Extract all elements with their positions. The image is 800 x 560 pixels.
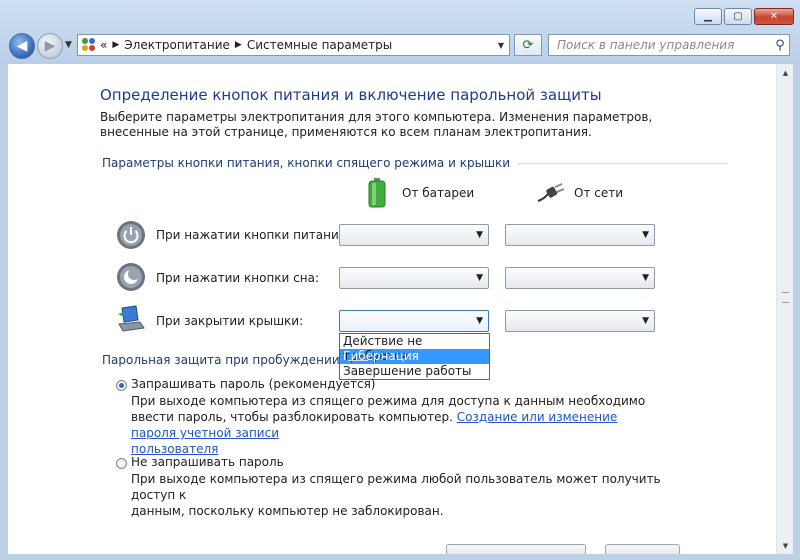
group-divider [347,359,368,361]
forward-button[interactable]: ▶ [37,33,63,59]
scroll-down-icon[interactable]: ▼ [777,537,794,554]
breadcrumb-item-power[interactable]: Электропитание [124,38,230,52]
group-label: Парольная защита при пробуждении [102,353,340,367]
scroll-thumb[interactable] [782,292,789,303]
radio-selected-dot [119,383,124,388]
require-password-label[interactable]: Запрашивать пароль (рекомендуется) [131,377,375,391]
lid-close-battery-select[interactable]: ▼ [339,310,489,332]
chevron-down-icon: ▼ [476,273,483,283]
no-password-label[interactable]: Не запрашивать пароль [131,455,284,469]
battery-icon [368,178,386,208]
lid-close-ac-select[interactable]: ▼ [505,310,655,332]
power-buttons-group-header: Параметры кнопки питания, кнопки спящего… [102,156,729,170]
refresh-icon: ⟳ [522,37,534,53]
power-button-icon [117,221,145,249]
power-plug-icon [537,183,565,202]
ac-column-label: От сети [574,186,624,200]
window-controls: ▁ ▢ ✕ [694,8,794,25]
maximize-button[interactable]: ▢ [724,8,752,25]
laptop-lid-icon [118,305,145,332]
window-title-bar: ▁ ▢ ✕ ◀ ▶ ▼ « ▶ Электропитание ▶ Системн… [0,0,800,64]
minimize-icon: ▁ [704,11,712,22]
refresh-button[interactable]: ⟳ [514,34,542,56]
chevron-down-icon: ▼ [642,316,649,326]
require-password-radio[interactable] [116,380,127,391]
window-frame-right [793,64,800,560]
breadcrumb-separator-icon[interactable]: ▶ [235,40,242,50]
ac-column-header: От сети [536,183,623,203]
window-frame-left [0,64,8,560]
window-frame-bottom [0,554,800,560]
sleep-button-label: При нажатии кнопки сна: [156,271,320,285]
breadcrumb-overflow[interactable]: « [100,38,107,52]
scroll-up-icon[interactable]: ▲ [777,64,794,81]
chevron-down-icon: ▼ [642,230,649,240]
chevron-down-icon: ▼ [476,316,483,326]
page-description: Выберите параметры электропитания для эт… [100,110,653,139]
power-button-ac-select[interactable]: ▼ [505,224,655,246]
no-password-text-line1: При выходе компьютера из спящего режима … [131,472,661,502]
chevron-down-icon: ▼ [642,273,649,283]
breadcrumb-separator-icon[interactable]: ▶ [112,40,119,50]
power-button-label: При нажатии кнопки питания: [156,228,351,242]
close-icon: ✕ [769,11,779,22]
arrow-right-icon: ▶ [44,38,56,54]
breadcrumb-item-system-settings[interactable]: Системные параметры [247,38,392,52]
group-divider [518,162,729,164]
maximize-icon: ▢ [733,11,743,22]
vertical-scrollbar[interactable]: ▲ ▼ [776,64,794,554]
search-input[interactable]: Поиск в панели управления [549,38,771,52]
create-password-link-continued[interactable]: пользователя [131,442,218,456]
battery-column-label: От батареи [402,186,475,200]
sleep-button-ac-select[interactable]: ▼ [505,267,655,289]
search-box[interactable]: Поиск в панели управления ⚲ [548,34,790,56]
lid-close-label: При закрытии крышки: [156,314,304,328]
back-button[interactable]: ◀ [9,33,35,59]
sleep-moon-icon [117,263,145,291]
control-panel-icon [82,38,96,52]
password-group-header: Парольная защита при пробуждении [102,353,368,367]
sleep-button-battery-select[interactable]: ▼ [339,267,489,289]
minimize-button[interactable]: ▁ [694,8,722,25]
page-title: Определение кнопок питания и включение п… [100,86,602,104]
close-button[interactable]: ✕ [754,8,794,25]
no-password-radio[interactable] [116,458,127,469]
power-button-battery-select[interactable]: ▼ [339,224,489,246]
battery-column-header: От батареи [368,178,474,208]
arrow-left-icon: ◀ [16,38,28,54]
no-password-description: При выходе компьютера из спящего режима … [131,471,661,519]
require-password-description: При выходе компьютера из спящего режима … [131,393,661,457]
chevron-down-icon: ▼ [476,230,483,240]
address-bar[interactable]: « ▶ Электропитание ▶ Системные параметры… [77,34,510,56]
history-dropdown-icon[interactable]: ▼ [65,40,72,50]
magnifier-icon[interactable]: ⚲ [771,38,789,53]
no-password-text-line2: данным, поскольку компьютер не заблокиро… [131,504,444,518]
address-dropdown-icon[interactable]: ▼ [493,41,509,50]
group-label: Параметры кнопки питания, кнопки спящего… [102,156,511,170]
dropdown-option-no-action[interactable]: Действие не требуется [340,334,489,363]
